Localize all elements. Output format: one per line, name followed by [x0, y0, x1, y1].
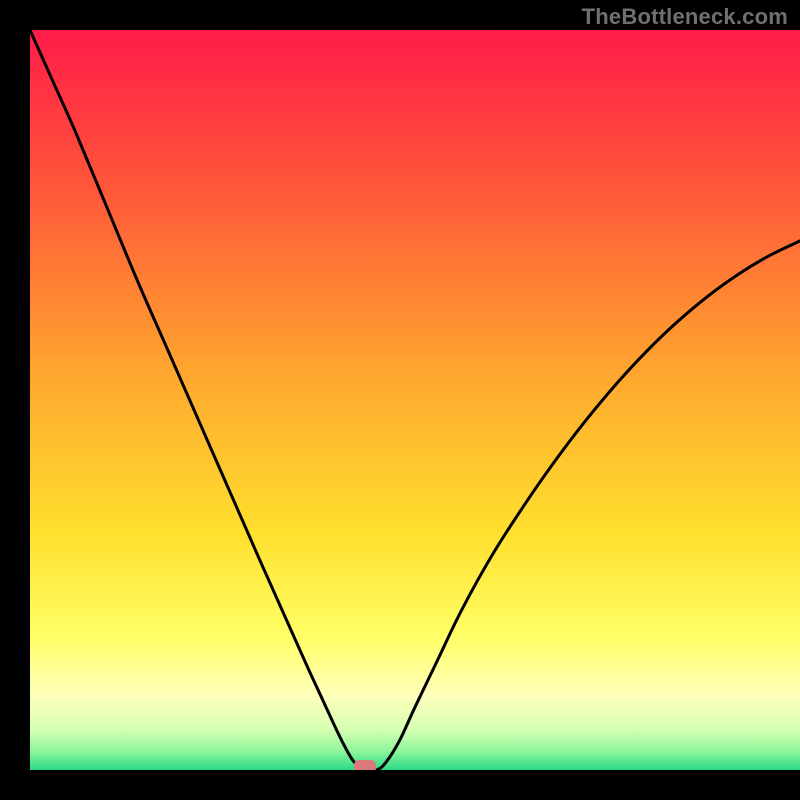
watermark-text: TheBottleneck.com: [582, 4, 788, 30]
plot-area: [30, 30, 800, 770]
bottleneck-chart: [30, 30, 800, 770]
min-marker: [354, 760, 376, 770]
chart-frame: TheBottleneck.com: [0, 0, 800, 800]
gradient-background: [30, 30, 800, 770]
